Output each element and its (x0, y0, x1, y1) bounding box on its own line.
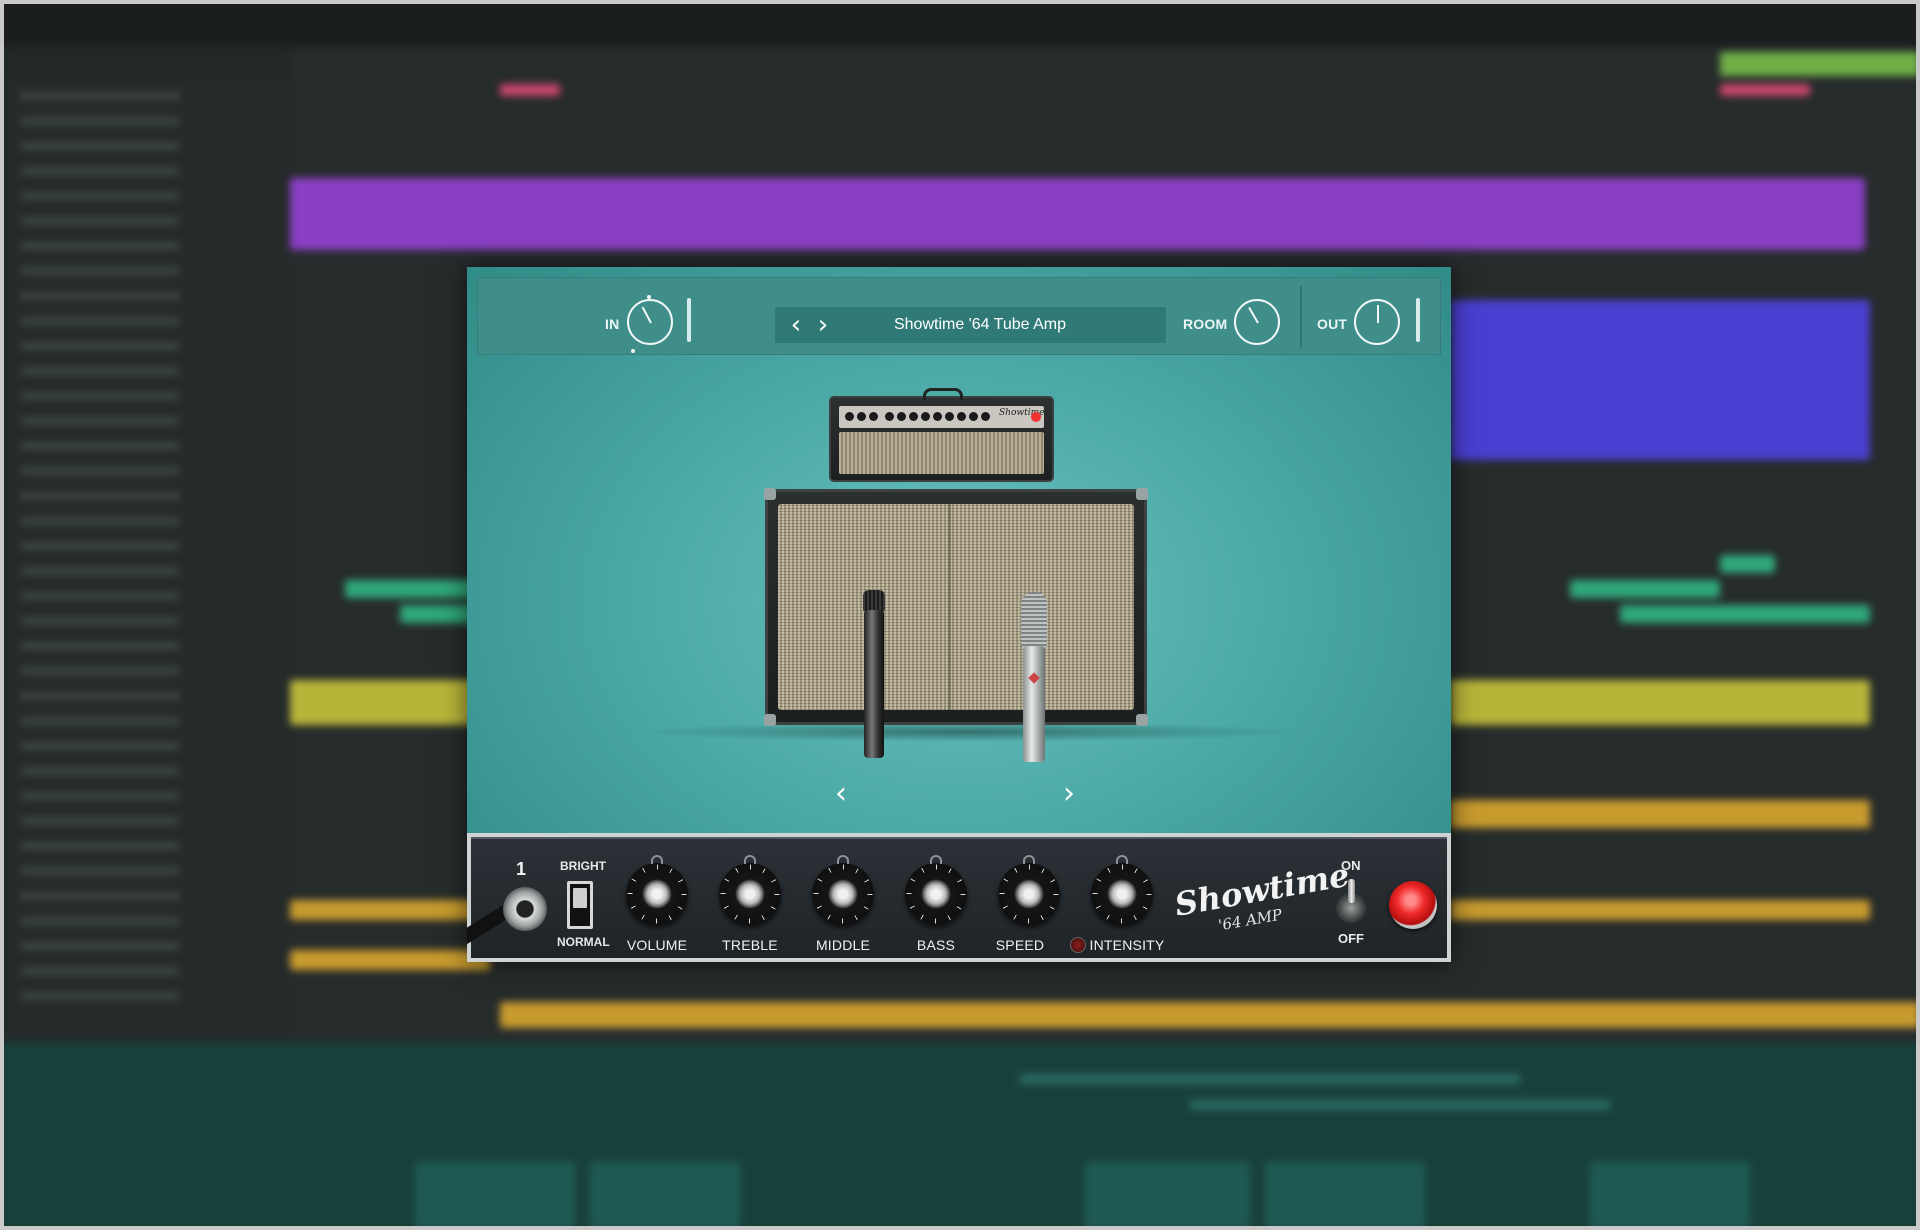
middle-label: MIDDLE (815, 937, 871, 953)
daw-bottom-panel (0, 1042, 1920, 1230)
amp-head-image[interactable]: Showtime (829, 388, 1054, 482)
amp-control-strip: 1 BRIGHT NORMAL VOLUME TREBLE MIDDLE BAS… (467, 833, 1451, 962)
bass-label: BASS (916, 937, 956, 953)
out-level-knob[interactable] (1354, 299, 1400, 345)
bright-normal-switch[interactable] (567, 881, 593, 929)
bright-label: BRIGHT (560, 859, 606, 873)
in-gain-knob[interactable] (627, 299, 673, 345)
input-number: 1 (516, 859, 527, 879)
out-knob-pointer (1377, 305, 1379, 323)
amp-brand-logo: Showtime '64 AMP (1172, 856, 1352, 935)
daw-toolbar (0, 0, 1920, 48)
bright-switch-nub (573, 888, 587, 908)
normal-label: NORMAL (557, 935, 610, 949)
power-on-label: ON (1341, 858, 1361, 873)
input-jack (503, 887, 547, 931)
out-level-meter (1416, 298, 1420, 342)
header-separator (1300, 286, 1302, 348)
mic-prev-icon[interactable]: ‹ (826, 777, 856, 811)
room-knob-pointer (1248, 306, 1259, 324)
middle-knob[interactable] (812, 855, 874, 925)
speaker-cabinet-image[interactable] (764, 488, 1148, 726)
treble-knob[interactable] (719, 855, 781, 925)
in-knob-pointer (641, 306, 652, 324)
daw-cycle-region (1720, 52, 1920, 76)
in-level-meter (687, 298, 691, 342)
power-off-label: OFF (1338, 931, 1364, 946)
daw-ruler (290, 48, 1920, 82)
power-jewel-lamp (1389, 881, 1437, 929)
amp-head-handle (923, 388, 963, 400)
volume-knob[interactable] (626, 855, 688, 925)
amp-head-grill (839, 432, 1044, 474)
in-label: IN (605, 316, 620, 332)
treble-label: TREBLE (722, 937, 778, 953)
cabinet-grill (778, 504, 1134, 710)
room-knob[interactable] (1234, 299, 1280, 345)
dynamic-microphone[interactable] (861, 590, 887, 758)
volume-label: VOLUME (626, 937, 688, 953)
out-label: OUT (1317, 316, 1348, 332)
intensity-knob[interactable] (1091, 855, 1153, 925)
amp-control-panel: 1 BRIGHT NORMAL VOLUME TREBLE MIDDLE BAS… (467, 837, 1447, 958)
speed-knob[interactable] (998, 855, 1060, 925)
room-label: ROOM (1183, 316, 1228, 332)
mic-next-icon[interactable]: › (1054, 777, 1084, 811)
intensity-label: INTENSITY (1089, 937, 1165, 953)
speed-label: SPEED (995, 937, 1045, 953)
preset-prev-icon[interactable]: ‹ (784, 311, 808, 339)
daw-track-headers (0, 82, 290, 1042)
bass-knob[interactable] (905, 855, 967, 925)
floor-shadow (637, 722, 1297, 742)
in-knob-max-dot (631, 349, 635, 353)
amp-plugin-window: IN ‹ › Showtime '64 Tube Amp ROOM OUT Sh… (467, 267, 1451, 962)
cabinet-seam (948, 504, 951, 710)
amp-head-control-panel: Showtime (839, 406, 1044, 428)
preset-next-icon[interactable]: › (811, 311, 835, 339)
power-toggle-switch[interactable] (1336, 879, 1366, 923)
preset-name[interactable]: Showtime '64 Tube Amp (865, 316, 1095, 334)
ribbon-microphone[interactable] (1019, 592, 1049, 762)
plugin-header: IN ‹ › Showtime '64 Tube Amp ROOM OUT (477, 277, 1441, 355)
amp-head-pilot-lamp (1031, 412, 1041, 422)
preset-selector: ‹ › Showtime '64 Tube Amp (775, 307, 1166, 343)
